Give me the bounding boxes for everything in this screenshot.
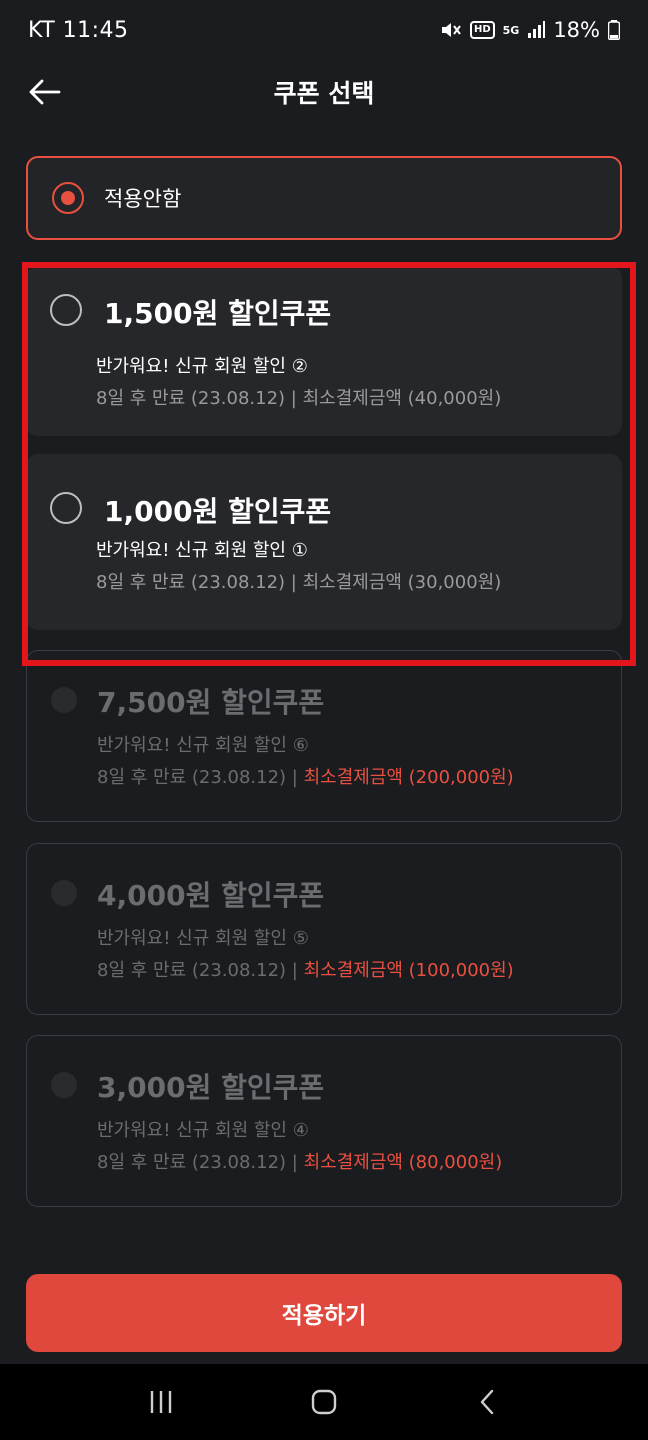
radio-disabled [51, 1072, 77, 1098]
coupon-title: 4,000원 할인쿠폰 [97, 879, 325, 912]
coupon-meta: 8일 후 만료 (23.08.12) | 최소결제금액 (200,000원) [97, 763, 514, 789]
coupon-min-payment: 최소결제금액 (30,000원) [302, 572, 502, 593]
coupon-min-payment: 최소결제금액 (200,000원) [303, 767, 514, 788]
battery-percent: 18% [553, 18, 600, 42]
app-header: 쿠폰 선택 [0, 60, 648, 124]
back-button[interactable] [26, 74, 62, 110]
coupon-expiry: 8일 후 만료 (23.08.12) | [97, 1152, 304, 1173]
coupon-expiry: 8일 후 만료 (23.08.12) | [96, 388, 303, 409]
coupon-title: 7,500원 할인쿠폰 [97, 686, 325, 719]
chevron-left-icon [480, 1389, 493, 1415]
radio-disabled [51, 687, 77, 713]
coupon-title: 1,000원 할인쿠폰 [104, 495, 332, 528]
coupon-expiry: 8일 후 만료 (23.08.12) | [97, 767, 304, 788]
coupon-title: 1,500원 할인쿠폰 [104, 297, 332, 330]
coupon-card[interactable]: 1,500원 할인쿠폰 반가워요! 신규 회원 할인 ② 8일 후 만료 (23… [26, 266, 622, 436]
home-icon [311, 1389, 337, 1415]
coupon-expiry: 8일 후 만료 (23.08.12) | [96, 572, 303, 593]
nav-home-button[interactable] [299, 1377, 349, 1427]
arrow-left-icon [29, 79, 61, 105]
coupon-card-disabled: 3,000원 할인쿠폰 반가워요! 신규 회원 할인 ④ 8일 후 만료 (23… [26, 1035, 622, 1207]
page-title: 쿠폰 선택 [273, 79, 375, 108]
nav-recents-button[interactable] [136, 1377, 186, 1427]
coupon-title: 3,000원 할인쿠폰 [97, 1071, 325, 1104]
coupon-subtitle: 반가워요! 신규 회원 할인 ⑥ [97, 735, 309, 756]
recents-icon [151, 1391, 172, 1413]
radio-unselected[interactable] [50, 294, 82, 326]
coupon-min-payment: 최소결제금액 (80,000원) [303, 1152, 503, 1173]
mute-icon [440, 20, 462, 40]
coupon-expiry: 8일 후 만료 (23.08.12) | [97, 960, 304, 981]
radio-dot [61, 191, 75, 205]
coupon-card-disabled: 7,500원 할인쿠폰 반가워요! 신규 회원 할인 ⑥ 8일 후 만료 (23… [26, 650, 622, 822]
coupon-option-none[interactable]: 적용안함 [26, 156, 622, 240]
coupon-subtitle: 반가워요! 신규 회원 할인 ⑤ [97, 928, 309, 949]
status-icons: HD 5G 18% [440, 18, 620, 42]
coupon-meta: 8일 후 만료 (23.08.12) | 최소결제금액 (100,000원) [97, 956, 514, 982]
coupon-subtitle: 반가워요! 신규 회원 할인 ① [96, 540, 308, 561]
nav-back-button[interactable] [462, 1377, 512, 1427]
signal-icon [527, 21, 546, 39]
coupon-meta: 8일 후 만료 (23.08.12) | 최소결제금액 (40,000원) [96, 384, 501, 410]
system-nav-bar [0, 1364, 648, 1440]
coupon-subtitle: 반가워요! 신규 회원 할인 ④ [97, 1120, 309, 1141]
coupon-meta: 8일 후 만료 (23.08.12) | 최소결제금액 (80,000원) [97, 1148, 502, 1174]
apply-button[interactable]: 적용하기 [26, 1274, 622, 1352]
coupon-subtitle: 반가워요! 신규 회원 할인 ② [96, 356, 308, 377]
radio-selected[interactable] [52, 182, 84, 214]
network-5g-icon: 5G [502, 23, 520, 37]
none-option-label: 적용안함 [104, 187, 182, 211]
radio-unselected[interactable] [50, 492, 82, 524]
coupon-meta: 8일 후 만료 (23.08.12) | 최소결제금액 (30,000원) [96, 568, 501, 594]
coupon-card-disabled: 4,000원 할인쿠폰 반가워요! 신규 회원 할인 ⑤ 8일 후 만료 (23… [26, 843, 622, 1015]
hd-icon: HD [469, 21, 495, 39]
coupon-min-payment: 최소결제금액 (100,000원) [303, 960, 514, 981]
coupon-min-payment: 최소결제금액 (40,000원) [302, 388, 502, 409]
radio-disabled [51, 880, 77, 906]
coupon-select-screen: KT 11:45 HD 5G 18% 쿠폰 선택 적용안함 1,500원 할인쿠… [0, 0, 648, 1440]
carrier-time: KT 11:45 [28, 17, 129, 43]
status-bar: KT 11:45 HD 5G 18% [0, 0, 648, 60]
coupon-card[interactable]: 1,000원 할인쿠폰 반가워요! 신규 회원 할인 ① 8일 후 만료 (23… [26, 454, 622, 630]
battery-icon [608, 20, 620, 40]
